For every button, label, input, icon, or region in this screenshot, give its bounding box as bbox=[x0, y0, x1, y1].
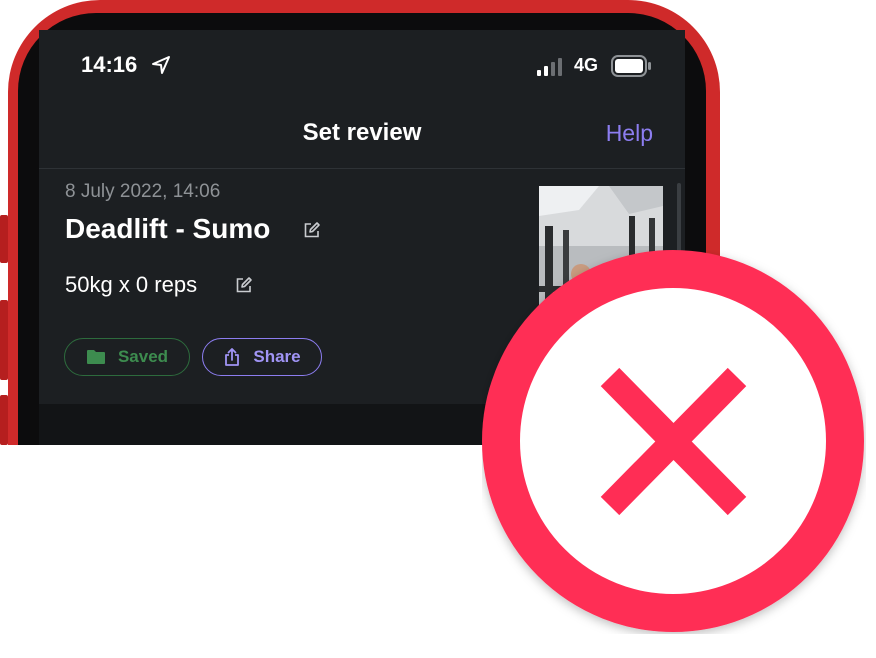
signal-bars-icon bbox=[537, 58, 562, 76]
status-time: 14:16 bbox=[81, 52, 138, 77]
saved-button[interactable]: Saved bbox=[64, 338, 190, 376]
share-icon bbox=[225, 348, 240, 366]
edit-icon[interactable] bbox=[235, 276, 253, 294]
saved-label: Saved bbox=[117, 347, 169, 366]
share-label: Share bbox=[253, 347, 301, 366]
battery-icon bbox=[611, 55, 651, 77]
location-arrow-icon bbox=[152, 56, 170, 74]
page-title: Set review bbox=[302, 119, 422, 146]
edit-icon[interactable] bbox=[303, 221, 321, 239]
status-bar: 14:16 4G bbox=[39, 30, 685, 100]
set-date: 8 July 2022, 14:06 bbox=[65, 181, 221, 202]
network-type: 4G bbox=[574, 55, 599, 75]
folder-icon bbox=[86, 350, 105, 364]
phone-side-button bbox=[0, 215, 8, 263]
phone-side-button bbox=[0, 395, 8, 445]
error-cross-icon bbox=[482, 250, 864, 632]
share-button[interactable]: Share bbox=[202, 338, 322, 376]
weight-reps: 50kg x 0 reps bbox=[65, 272, 198, 297]
phone-side-button bbox=[0, 300, 8, 380]
help-link[interactable]: Help bbox=[606, 120, 653, 147]
exercise-name: Deadlift - Sumo bbox=[65, 213, 271, 244]
